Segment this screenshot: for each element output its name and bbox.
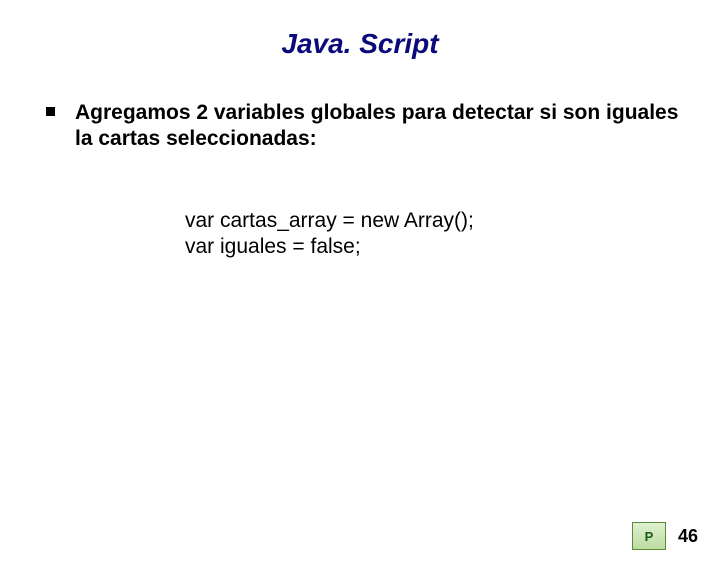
bullet-text: Agregamos 2 variables globales para dete… <box>75 100 680 153</box>
footer: P 46 <box>632 522 698 550</box>
slide-title: Java. Script <box>0 28 720 60</box>
code-line-1: var cartas_array = new Array(); <box>185 208 720 234</box>
logo-letter: P <box>645 529 654 544</box>
bullet-square-icon <box>46 107 55 116</box>
page-number: 46 <box>678 526 698 547</box>
code-line-2: var iguales = false; <box>185 234 720 260</box>
bullet-row: Agregamos 2 variables globales para dete… <box>46 100 680 153</box>
code-block: var cartas_array = new Array(); var igua… <box>185 208 720 261</box>
logo-icon: P <box>632 522 666 550</box>
bullet-block: Agregamos 2 variables globales para dete… <box>0 100 720 153</box>
